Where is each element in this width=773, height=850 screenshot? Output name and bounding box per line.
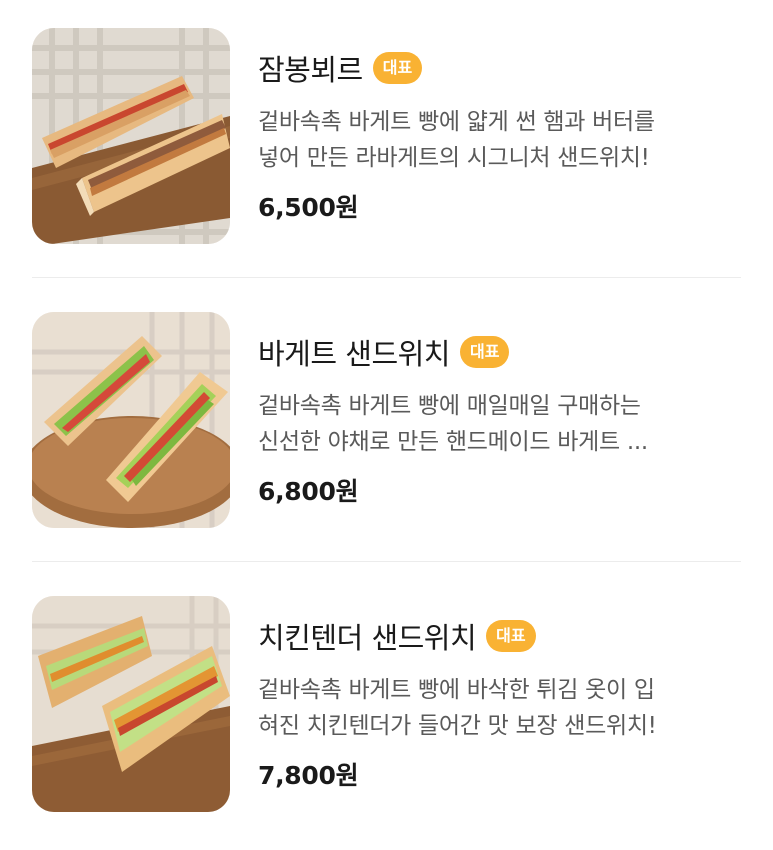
description-line: 겉바속촉 바게트 빵에 바삭한 튀김 옷이 입: [258, 677, 655, 703]
menu-item-photo: [32, 596, 230, 812]
menu-item-description: 겉바속촉 바게트 빵에 얇게 썬 햄과 버터를 넣어 만든 라바게트의 시그니처…: [258, 104, 748, 176]
menu-item-price: 6,800원: [258, 477, 359, 506]
menu-item-name: 잠봉뵈르: [258, 53, 363, 87]
menu-item-price: 6,500원: [258, 193, 359, 222]
menu-item-chicken-tender-sandwich[interactable]: 치킨텐더 샌드위치 대표 겉바속촉 바게트 빵에 바삭한 튀김 옷이 입 혀진 …: [0, 590, 773, 850]
menu-item-photo: [32, 312, 230, 528]
signature-badge: 대표: [486, 620, 536, 652]
description-line: 신선한 야채로 만든 핸드메이드 바게트 ...: [258, 429, 648, 455]
menu-item-baguette-sandwich[interactable]: 바게트 샌드위치 대표 겉바속촉 바게트 빵에 매일매일 구매하는 신선한 야채…: [0, 306, 773, 566]
menu-item-description: 겉바속촉 바게트 빵에 매일매일 구매하는 신선한 야채로 만든 핸드메이드 바…: [258, 388, 748, 460]
signature-badge: 대표: [459, 336, 510, 368]
description-line: 넣어 만든 라바게트의 시그니처 샌드위치!: [258, 145, 650, 171]
menu-item-info: 바게트 샌드위치 대표 겉바속촉 바게트 빵에 매일매일 구매하는 신선한 야채…: [258, 306, 748, 508]
menu-item-info: 잠봉뵈르 대표 겉바속촉 바게트 빵에 얇게 썬 햄과 버터를 넣어 만든 라바…: [258, 22, 748, 224]
divider: [32, 277, 741, 278]
description-line: 겉바속촉 바게트 빵에 얇게 썬 햄과 버터를: [258, 109, 655, 135]
description-line: 혀진 치킨텐더가 들어간 맛 보장 샌드위치!: [258, 713, 657, 739]
menu-list: 잠봉뵈르 대표 겉바속촉 바게트 빵에 얇게 썬 햄과 버터를 넣어 만든 라바…: [0, 0, 773, 840]
menu-item-name: 치킨텐더 샌드위치: [258, 621, 477, 655]
description-line: 겉바속촉 바게트 빵에 매일매일 구매하는: [258, 393, 641, 419]
menu-item-jambon-beurre[interactable]: 잠봉뵈르 대표 겉바속촉 바게트 빵에 얇게 썬 햄과 버터를 넣어 만든 라바…: [0, 22, 773, 282]
menu-item-name: 바게트 샌드위치: [258, 337, 450, 371]
divider: [32, 561, 741, 562]
title-row: 바게트 샌드위치 대표: [258, 326, 748, 378]
title-row: 잠봉뵈르 대표: [258, 42, 748, 94]
menu-item-price: 7,800원: [258, 761, 359, 790]
menu-item-description: 겉바속촉 바게트 빵에 바삭한 튀김 옷이 입 혀진 치킨텐더가 들어간 맛 보…: [258, 672, 748, 744]
menu-item-photo: [32, 28, 230, 244]
menu-item-info: 치킨텐더 샌드위치 대표 겉바속촉 바게트 빵에 바삭한 튀김 옷이 입 혀진 …: [258, 590, 748, 792]
signature-badge: 대표: [372, 52, 423, 84]
title-row: 치킨텐더 샌드위치 대표: [258, 610, 748, 662]
